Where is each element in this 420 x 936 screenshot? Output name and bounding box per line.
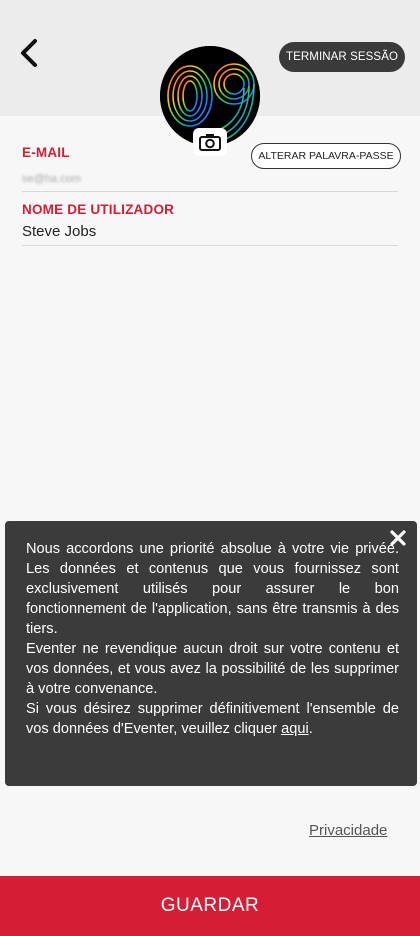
arrow-left-icon <box>21 39 37 67</box>
privacy-paragraph-3: Si vous désirez supprimer définitivement… <box>26 699 399 739</box>
save-button[interactable]: GUARDAR <box>0 876 420 936</box>
privacy-tooltip: Nous accordons une priorité absolue à vo… <box>5 521 417 786</box>
privacy-paragraph-3-end: . <box>308 721 313 737</box>
username-label: NOME DE UTILIZADOR <box>22 202 175 217</box>
change-password-button[interactable]: ALTERAR PALAVRA-PASSE <box>251 143 401 169</box>
avatar-container <box>160 46 260 156</box>
delete-data-link[interactable]: aqui <box>281 721 309 737</box>
tooltip-close-button[interactable] <box>385 525 411 551</box>
privacy-paragraph-1: Nous accordons une priorité absolue à vo… <box>26 541 399 637</box>
close-icon <box>390 530 406 546</box>
camera-icon <box>199 134 221 151</box>
logout-button[interactable]: TERMINAR SESSÃO <box>279 42 405 72</box>
email-divider <box>22 191 398 192</box>
back-button[interactable] <box>12 34 46 72</box>
privacy-link[interactable]: Privacidade <box>309 822 387 839</box>
change-photo-button[interactable] <box>193 128 227 156</box>
privacy-paragraph-2: Eventer ne revendique aucun droit sur vo… <box>26 641 399 697</box>
email-label: E-MAIL <box>22 145 70 160</box>
privacy-paragraph-3-text: Si vous désirez supprimer définitivement… <box>26 701 399 737</box>
username-input[interactable]: Steve Jobs <box>22 223 96 240</box>
username-divider <box>22 245 398 246</box>
email-value[interactable]: se@ha.com <box>22 173 81 185</box>
